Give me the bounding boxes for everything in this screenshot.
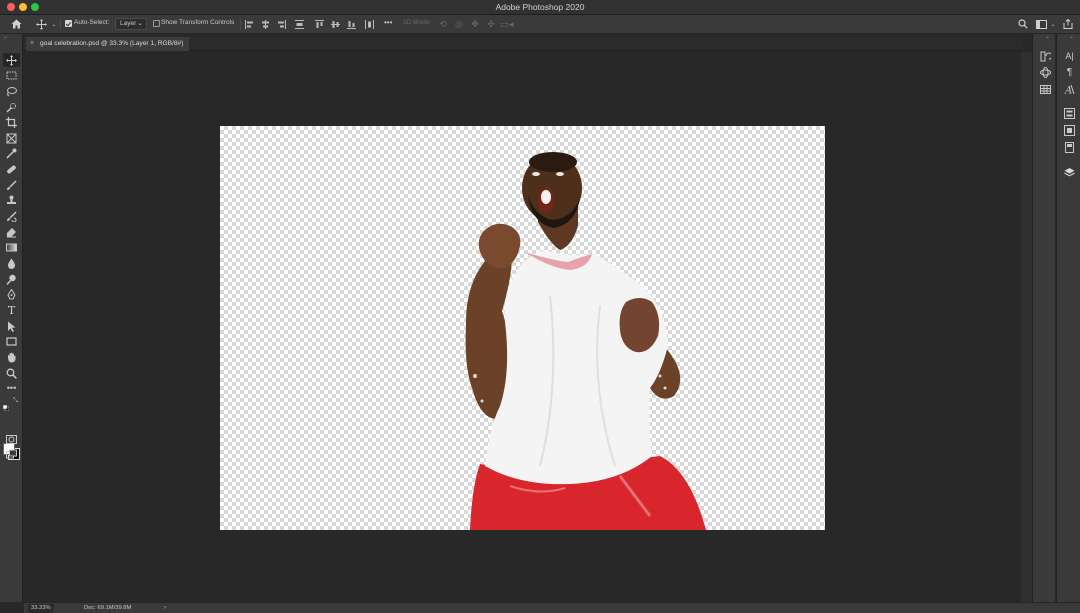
app-title: Adobe Photoshop 2020: [495, 2, 585, 12]
document-tab-title: goal celebration.psd @ 33.3% (Layer 1, R…: [40, 40, 184, 47]
chevron-down-icon: ⌄: [137, 20, 143, 27]
3d-orbit-icon[interactable]: ⟲: [437, 18, 449, 30]
libraries-panel-icon[interactable]: [1061, 123, 1078, 137]
quick-mask-icon[interactable]: [3, 432, 20, 446]
collapse-dock-icon[interactable]: «: [1046, 35, 1049, 41]
auto-select-checkbox[interactable]: [65, 20, 72, 27]
properties-panel-icon[interactable]: [1061, 106, 1078, 120]
path-selection-icon[interactable]: [3, 319, 20, 333]
hand-icon[interactable]: [3, 350, 20, 364]
dodge-icon[interactable]: [3, 272, 20, 286]
default-colors-icon[interactable]: [2, 398, 10, 412]
share-icon[interactable]: [1062, 18, 1074, 30]
adjustments-panel-icon[interactable]: [1061, 140, 1078, 154]
options-bar: ⌄ Auto-Select: Layer ⌄ Show Transform Co…: [0, 15, 1080, 34]
type-tool-icon[interactable]: T: [3, 303, 20, 317]
move-tool-icon[interactable]: [3, 53, 20, 67]
edit-toolbar-icon[interactable]: •••: [3, 381, 20, 395]
workspace-chevron-icon[interactable]: ⌄: [1049, 18, 1057, 30]
align-center-icon[interactable]: [260, 18, 270, 30]
separator: [240, 19, 241, 30]
more-options-button[interactable]: •••: [384, 18, 392, 27]
distribute-vertical-icon[interactable]: [364, 18, 374, 30]
lasso-icon[interactable]: [3, 84, 20, 98]
eraser-icon[interactable]: [3, 225, 20, 239]
3d-panel-icon[interactable]: [1037, 65, 1054, 79]
character-panel-icon[interactable]: A|: [1061, 49, 1078, 63]
3d-mode-label: 3D Mode:: [403, 19, 432, 26]
screen-mode-icon[interactable]: [3, 447, 20, 461]
show-transform-label: Show Transform Controls: [161, 19, 235, 26]
panel-dock-left: «: [1032, 34, 1055, 602]
paragraph-panel-icon[interactable]: ¶: [1061, 65, 1078, 79]
blur-icon[interactable]: [3, 256, 20, 270]
clone-stamp-icon[interactable]: [3, 193, 20, 207]
status-menu-arrow-icon[interactable]: ›: [164, 603, 166, 613]
gradient-icon[interactable]: [3, 240, 20, 254]
3d-camera-icon[interactable]: ▭◂: [500, 18, 514, 30]
title-bar: Adobe Photoshop 2020: [0, 0, 1080, 15]
frame-icon[interactable]: [3, 131, 20, 145]
document-tab[interactable]: × goal celebration.psd @ 33.3% (Layer 1,…: [26, 37, 190, 51]
history-panel-icon[interactable]: [1037, 49, 1054, 63]
align-left-icon[interactable]: [244, 18, 254, 30]
crop-icon[interactable]: [3, 115, 20, 129]
home-icon[interactable]: [9, 18, 23, 30]
quick-selection-icon[interactable]: [3, 100, 20, 114]
document-canvas[interactable]: [220, 126, 825, 530]
show-transform-checkbox[interactable]: [153, 20, 160, 27]
align-bottom-icon[interactable]: [346, 18, 356, 30]
spot-healing-icon[interactable]: [3, 162, 20, 176]
auto-select-target-dropdown[interactable]: Layer ⌄: [115, 18, 147, 30]
svg-text:A: A: [1064, 85, 1072, 95]
search-icon[interactable]: [1017, 18, 1029, 30]
eyedropper-icon[interactable]: [3, 146, 20, 160]
tools-panel: » T ••• ⤡: [0, 34, 23, 602]
workspace-icon[interactable]: [1035, 18, 1047, 30]
auto-select-label: Auto-Select:: [74, 19, 110, 26]
collapse-toolbar-icon[interactable]: »: [4, 35, 7, 41]
move-icon[interactable]: [34, 18, 48, 30]
layers-panel-icon[interactable]: [1061, 165, 1078, 179]
3d-roll-icon[interactable]: ◎: [453, 18, 465, 30]
pen-icon[interactable]: [3, 287, 20, 301]
player-figure: [465, 152, 706, 530]
separator: [60, 19, 61, 30]
zoom-icon[interactable]: [3, 366, 20, 380]
history-brush-icon[interactable]: [3, 209, 20, 223]
close-tab-icon[interactable]: ×: [30, 37, 34, 51]
collapse-dock-icon[interactable]: «: [1070, 35, 1073, 41]
3d-pan-icon[interactable]: ✥: [469, 18, 481, 30]
zoom-level-field[interactable]: 33.33%: [28, 604, 54, 613]
distribute-icon[interactable]: [294, 18, 304, 30]
rectangle-icon[interactable]: [3, 334, 20, 348]
align-top-icon[interactable]: [314, 18, 324, 30]
align-middle-icon[interactable]: [330, 18, 340, 30]
vertical-scrollbar[interactable]: [1021, 52, 1032, 602]
status-bar: 33.33% Doc: 69.1M/39.8M ›: [24, 602, 1080, 613]
align-right-icon[interactable]: [276, 18, 286, 30]
swatches-panel-icon[interactable]: [1037, 82, 1054, 96]
tool-preset-chevron-icon[interactable]: ⌄: [50, 18, 58, 30]
swap-colors-icon[interactable]: ⤡: [13, 398, 18, 405]
document-size-info: Doc: 69.1M/39.8M: [84, 605, 132, 611]
3d-slide-icon[interactable]: ✣: [485, 18, 497, 30]
auto-select-target-value: Layer: [120, 20, 137, 27]
rectangular-marquee-icon[interactable]: [3, 68, 20, 82]
document-tab-bar: × goal celebration.psd @ 33.3% (Layer 1,…: [24, 37, 1021, 51]
brush-icon[interactable]: [3, 178, 20, 192]
glyphs-panel-icon[interactable]: A: [1061, 82, 1078, 96]
panel-dock-right: « A| ¶ A: [1056, 34, 1080, 602]
canvas-workspace[interactable]: [24, 52, 1021, 602]
